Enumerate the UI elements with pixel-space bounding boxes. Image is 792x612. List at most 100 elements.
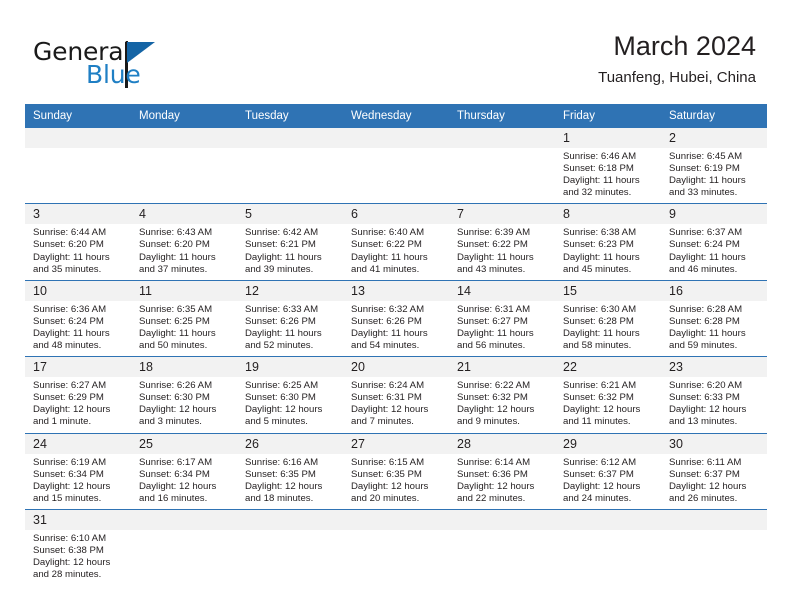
calendar-day-cell[interactable]: 22 Sunrise: 6:21 AM Sunset: 6:32 PM Dayligh… (555, 356, 661, 433)
sunrise-text: Sunrise: 6:22 AM (457, 380, 531, 392)
day-number (555, 509, 661, 530)
sunrise-text: Sunrise: 6:26 AM (139, 380, 213, 392)
calendar-cell-empty (555, 508, 661, 586)
calendar-day-cell[interactable]: 19 Sunrise: 6:25 AM Sunset: 6:30 PM Dayligh… (237, 356, 343, 433)
sunrise-text: Sunrise: 6:16 AM (245, 456, 319, 468)
day-details: Sunrise: 6:31 AM Sunset: 6:27 PM Daylight:… (449, 301, 555, 356)
calendar-day-cell[interactable]: 30 Sunrise: 6:11 AM Sunset: 6:37 PM Dayligh… (661, 432, 767, 510)
sunset-text: Sunset: 6:28 PM (563, 315, 634, 327)
calendar-day-cell[interactable]: 24 Sunrise: 6:19 AM Sunset: 6:34 PM Dayligh… (25, 432, 131, 510)
calendar-day-cell[interactable]: 23 Sunrise: 6:20 AM Sunset: 6:33 PM Dayligh… (661, 356, 767, 433)
day-number: 16 (661, 280, 767, 301)
sunset-text: Sunset: 6:20 PM (33, 239, 104, 251)
sunset-text: Sunset: 6:35 PM (351, 468, 422, 480)
day-details: Sunrise: 6:27 AM Sunset: 6:29 PM Daylight:… (25, 377, 131, 432)
daylight-text-line1: Daylight: 12 hours (669, 480, 747, 492)
calendar-day-cell[interactable]: 10 Sunrise: 6:36 AM Sunset: 6:24 PM Dayligh… (25, 279, 131, 357)
daylight-text-line2: and 59 minutes. (669, 340, 738, 352)
general-blue-logo[interactable]: General Blue (33, 38, 263, 94)
sunrise-text: Sunrise: 6:43 AM (139, 227, 213, 239)
day-number: 20 (343, 357, 449, 378)
calendar-day-cell[interactable]: 5 Sunrise: 6:42 AM Sunset: 6:21 PM Daylight… (237, 203, 343, 281)
daylight-text-line1: Daylight: 12 hours (33, 404, 111, 416)
daylight-text-line2: and 13 minutes. (669, 416, 738, 428)
calendar-day-cell[interactable]: 26 Sunrise: 6:16 AM Sunset: 6:35 PM Dayligh… (237, 432, 343, 510)
daylight-text-line1: Daylight: 12 hours (563, 404, 641, 416)
calendar-day-cell[interactable]: 21 Sunrise: 6:22 AM Sunset: 6:32 PM Dayligh… (449, 356, 555, 433)
sunrise-text: Sunrise: 6:19 AM (33, 456, 107, 468)
calendar-day-cell[interactable]: 18 Sunrise: 6:26 AM Sunset: 6:30 PM Dayligh… (131, 356, 237, 433)
day-details: Sunrise: 6:19 AM Sunset: 6:34 PM Daylight:… (25, 454, 131, 509)
weekday-header-tuesday: Tuesday (237, 104, 343, 128)
day-number (131, 509, 237, 530)
calendar-day-cell[interactable]: 7 Sunrise: 6:39 AM Sunset: 6:22 PM Daylight… (449, 203, 555, 281)
sunset-text: Sunset: 6:18 PM (563, 163, 634, 175)
calendar-cell-empty (661, 508, 767, 586)
calendar-day-cell[interactable]: 8 Sunrise: 6:38 AM Sunset: 6:23 PM Daylight… (555, 203, 661, 281)
daylight-text-line1: Daylight: 11 hours (457, 251, 534, 263)
daylight-text-line1: Daylight: 12 hours (245, 480, 323, 492)
day-details: Sunrise: 6:22 AM Sunset: 6:32 PM Daylight:… (449, 377, 555, 432)
calendar-day-cell[interactable]: 25 Sunrise: 6:17 AM Sunset: 6:34 PM Dayligh… (131, 432, 237, 510)
day-details: Sunrise: 6:17 AM Sunset: 6:34 PM Daylight:… (131, 454, 237, 509)
sunset-text: Sunset: 6:22 PM (351, 239, 422, 251)
calendar-day-cell[interactable]: 1 Sunrise: 6:46 AM Sunset: 6:18 PM Daylight… (555, 128, 661, 204)
calendar-week-row: 1 Sunrise: 6:46 AM Sunset: 6:18 PM Daylight… (25, 128, 767, 204)
weekday-header-saturday: Saturday (661, 104, 767, 128)
sunrise-text: Sunrise: 6:45 AM (669, 151, 743, 162)
daylight-text-line2: and 33 minutes. (669, 187, 738, 199)
sunrise-text: Sunrise: 6:46 AM (563, 151, 637, 162)
daylight-text-line2: and 7 minutes. (351, 416, 414, 428)
day-number: 22 (555, 357, 661, 378)
calendar-day-cell[interactable]: 6 Sunrise: 6:40 AM Sunset: 6:22 PM Daylight… (343, 203, 449, 281)
day-number: 27 (343, 433, 449, 454)
daylight-text-line1: Daylight: 11 hours (351, 251, 428, 263)
daylight-text-line1: Daylight: 12 hours (563, 480, 641, 492)
sunset-text: Sunset: 6:34 PM (139, 468, 210, 480)
calendar-day-cell[interactable]: 11 Sunrise: 6:35 AM Sunset: 6:25 PM Dayligh… (131, 279, 237, 357)
calendar-day-cell[interactable]: 31 Sunrise: 6:10 AM Sunset: 6:38 PM Dayligh… (25, 508, 131, 586)
calendar-day-cell[interactable]: 4 Sunrise: 6:43 AM Sunset: 6:20 PM Daylight… (131, 203, 237, 281)
calendar-day-cell[interactable]: 29 Sunrise: 6:12 AM Sunset: 6:37 PM Dayligh… (555, 432, 661, 510)
day-number (449, 509, 555, 530)
sunset-text: Sunset: 6:33 PM (669, 392, 740, 404)
calendar-week-row: 31 Sunrise: 6:10 AM Sunset: 6:38 PM Dayligh… (25, 508, 767, 586)
calendar-page: General Blue March 2024 Tuanfeng, Hubei,… (0, 0, 792, 612)
sunrise-text: Sunrise: 6:42 AM (245, 227, 319, 239)
day-number: 10 (25, 280, 131, 301)
daylight-text-line1: Daylight: 12 hours (351, 404, 429, 416)
calendar-day-cell[interactable]: 28 Sunrise: 6:14 AM Sunset: 6:36 PM Dayligh… (449, 432, 555, 510)
day-number: 24 (25, 433, 131, 454)
day-number: 4 (131, 204, 237, 225)
day-details: Sunrise: 6:20 AM Sunset: 6:33 PM Daylight:… (661, 377, 767, 432)
day-number: 12 (237, 280, 343, 301)
sunset-text: Sunset: 6:19 PM (669, 163, 740, 175)
calendar-day-cell[interactable]: 16 Sunrise: 6:28 AM Sunset: 6:28 PM Dayligh… (661, 279, 767, 357)
calendar-day-cell[interactable]: 20 Sunrise: 6:24 AM Sunset: 6:31 PM Dayligh… (343, 356, 449, 433)
day-number: 3 (25, 204, 131, 225)
daylight-text-line1: Daylight: 12 hours (457, 480, 535, 492)
calendar-cell-empty (131, 508, 237, 586)
calendar-day-cell[interactable]: 15 Sunrise: 6:30 AM Sunset: 6:28 PM Dayligh… (555, 279, 661, 357)
calendar-day-cell[interactable]: 27 Sunrise: 6:15 AM Sunset: 6:35 PM Dayligh… (343, 432, 449, 510)
daylight-text-line1: Daylight: 11 hours (139, 327, 216, 339)
day-number: 31 (25, 509, 131, 530)
calendar-day-cell[interactable]: 14 Sunrise: 6:31 AM Sunset: 6:27 PM Dayligh… (449, 279, 555, 357)
daylight-text-line1: Daylight: 11 hours (139, 251, 216, 263)
daylight-text-line2: and 24 minutes. (563, 492, 632, 504)
sunset-text: Sunset: 6:24 PM (33, 315, 104, 327)
daylight-text-line1: Daylight: 11 hours (33, 327, 110, 339)
daylight-text-line1: Daylight: 11 hours (245, 251, 322, 263)
calendar-day-cell[interactable]: 17 Sunrise: 6:27 AM Sunset: 6:29 PM Dayligh… (25, 356, 131, 433)
calendar-day-cell[interactable]: 9 Sunrise: 6:37 AM Sunset: 6:24 PM Daylight… (661, 203, 767, 281)
calendar-day-cell[interactable]: 3 Sunrise: 6:44 AM Sunset: 6:20 PM Daylight… (25, 203, 131, 281)
daylight-text-line2: and 41 minutes. (351, 263, 420, 275)
calendar-day-cell[interactable]: 2 Sunrise: 6:45 AM Sunset: 6:19 PM Daylight… (661, 128, 767, 204)
calendar-day-cell[interactable]: 12 Sunrise: 6:33 AM Sunset: 6:26 PM Dayligh… (237, 279, 343, 357)
calendar-day-cell[interactable]: 13 Sunrise: 6:32 AM Sunset: 6:26 PM Dayligh… (343, 279, 449, 357)
sunset-text: Sunset: 6:32 PM (563, 392, 634, 404)
daylight-text-line1: Daylight: 11 hours (457, 327, 534, 339)
day-details: Sunrise: 6:38 AM Sunset: 6:23 PM Daylight:… (555, 224, 661, 279)
sunrise-text: Sunrise: 6:24 AM (351, 380, 425, 392)
daylight-text-line1: Daylight: 11 hours (563, 175, 640, 187)
